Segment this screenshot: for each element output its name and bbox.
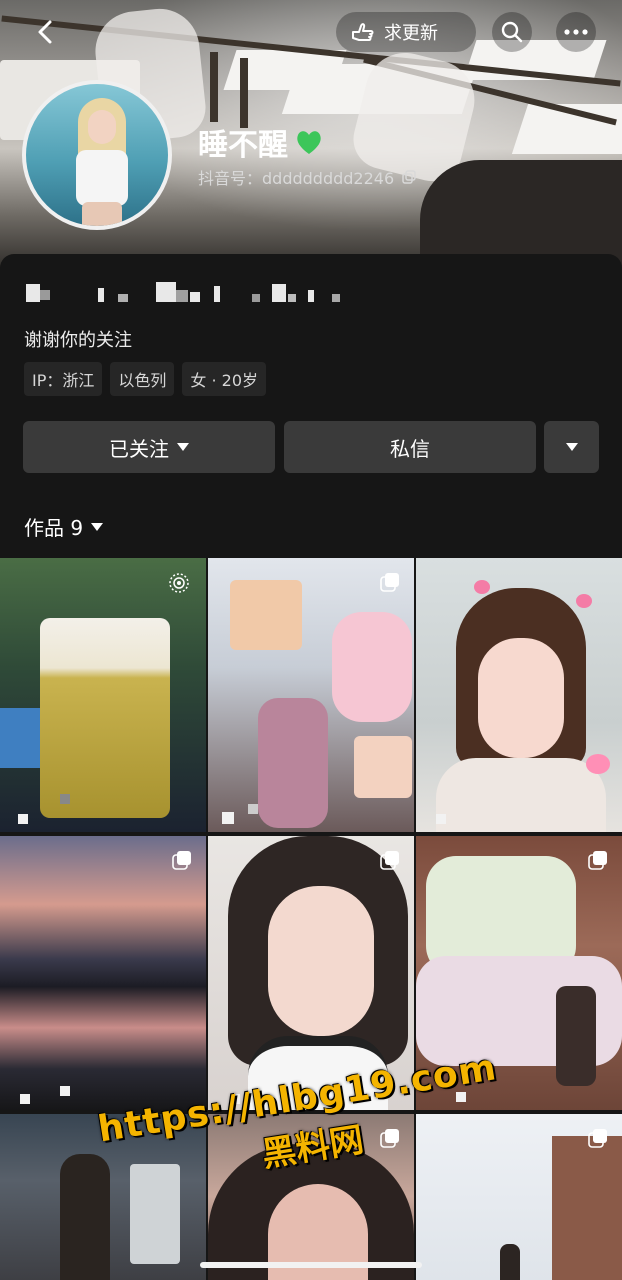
tag-ip: IP：浙江 bbox=[24, 362, 103, 396]
post-thumbnail[interactable] bbox=[208, 558, 414, 832]
action-row: 已关注 私信 bbox=[23, 421, 599, 473]
green-heart-icon bbox=[297, 131, 321, 154]
post-thumbnail[interactable] bbox=[0, 558, 206, 832]
post-thumbnail[interactable] bbox=[416, 558, 622, 832]
request-update-button[interactable]: 求更新 bbox=[336, 12, 476, 52]
more-options-button[interactable] bbox=[544, 421, 599, 473]
nickname-row: 睡不醒 bbox=[198, 120, 324, 164]
works-tab[interactable]: 作品 9 bbox=[24, 512, 104, 541]
avatar[interactable] bbox=[22, 80, 172, 230]
more-button[interactable] bbox=[556, 12, 596, 52]
tag-location: 以色列 bbox=[110, 362, 175, 396]
top-bar: 求更新 bbox=[0, 12, 622, 52]
followed-button[interactable]: 已关注 bbox=[23, 421, 275, 473]
tag-gender-age: 女 · 20岁 bbox=[182, 362, 267, 396]
caret-down-icon bbox=[565, 443, 578, 451]
caret-down-icon bbox=[91, 522, 104, 531]
home-indicator[interactable] bbox=[200, 1262, 422, 1268]
multi-image-icon bbox=[380, 851, 399, 870]
profile-panel: 谢谢你的关注 IP：浙江 以色列 女 · 20岁 已关注 私信 作品 9 bbox=[0, 254, 622, 564]
works-label: 作品 9 bbox=[24, 516, 84, 540]
douyin-id-row[interactable]: 抖音号：ddddddddd2246 bbox=[198, 165, 416, 189]
pixelated-signature bbox=[26, 282, 356, 302]
multi-image-icon bbox=[380, 573, 399, 592]
request-update-label: 求更新 bbox=[384, 23, 438, 44]
douyin-id: 抖音号：ddddddddd2246 bbox=[198, 169, 395, 188]
search-button[interactable] bbox=[492, 12, 532, 52]
nickname: 睡不醒 bbox=[198, 128, 288, 163]
message-button[interactable]: 私信 bbox=[284, 421, 536, 473]
followed-label: 已关注 bbox=[109, 436, 169, 461]
back-icon[interactable] bbox=[30, 16, 62, 48]
multi-image-icon bbox=[588, 1129, 607, 1148]
live-photo-icon bbox=[169, 573, 189, 593]
message-label: 私信 bbox=[390, 436, 430, 461]
more-dots-icon bbox=[564, 29, 588, 35]
posts-grid bbox=[0, 558, 622, 1280]
profile-tags: IP：浙江 以色列 女 · 20岁 bbox=[24, 362, 267, 396]
caret-down-icon bbox=[177, 443, 189, 451]
multi-image-icon bbox=[172, 851, 191, 870]
copy-icon[interactable] bbox=[402, 170, 416, 184]
search-icon bbox=[501, 21, 523, 43]
bio-text: 谢谢你的关注 bbox=[24, 330, 132, 351]
multi-image-icon bbox=[588, 851, 607, 870]
hand-point-icon bbox=[352, 23, 374, 41]
post-thumbnail[interactable] bbox=[0, 836, 206, 1110]
